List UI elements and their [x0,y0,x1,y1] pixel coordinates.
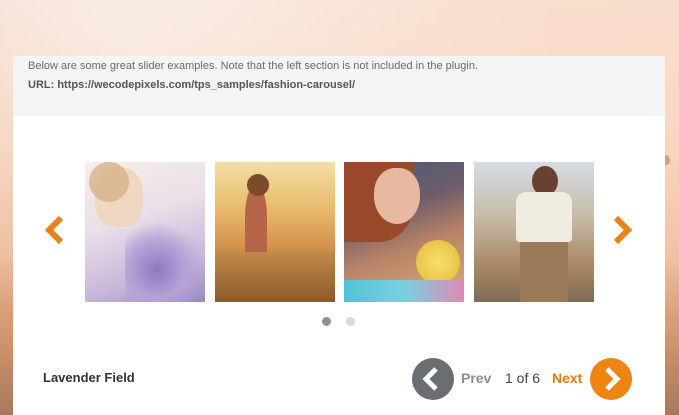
wheat-field-photo[interactable] [215,162,335,302]
chevron-left-icon [44,215,64,245]
next-button[interactable] [590,358,632,400]
info-panel: Below are some great slider examples. No… [13,56,665,116]
blue-flowers [344,280,464,302]
carousel-prev-arrow[interactable] [44,214,66,246]
fashion-outfit-photo[interactable] [474,162,594,302]
lavender-stems [125,222,205,302]
yellow-flower [416,240,460,284]
face-shape [374,168,420,224]
pagination-dots [322,317,362,327]
girl-silhouette [245,187,267,262]
page-counter: 1 of 6 [505,370,541,386]
prev-link[interactable]: Prev [461,370,491,386]
info-url: URL: https://wecodepixels.com/tps_sample… [28,79,356,91]
carousel-panel: Lavender Field Prev 1 of 6 Next [13,116,665,415]
slide-title: Lavender Field [43,370,135,385]
lavender-field-photo[interactable] [85,162,205,302]
flowers-portrait-photo[interactable] [344,162,464,302]
chevron-left-icon [422,367,438,391]
brown-pants [520,242,568,302]
pagination-dot-active[interactable] [322,317,331,326]
wheat-grass [215,252,335,302]
chevron-right-icon [605,367,621,391]
white-blouse [516,192,572,242]
hair-shape [89,162,129,202]
chevron-right-icon [613,215,633,245]
info-description: Below are some great slider examples. No… [28,60,479,72]
pagination-dot[interactable] [346,317,355,326]
carousel-next-arrow[interactable] [611,214,633,246]
prev-button[interactable] [412,358,454,400]
girl-head [247,174,269,196]
next-link[interactable]: Next [552,370,582,386]
